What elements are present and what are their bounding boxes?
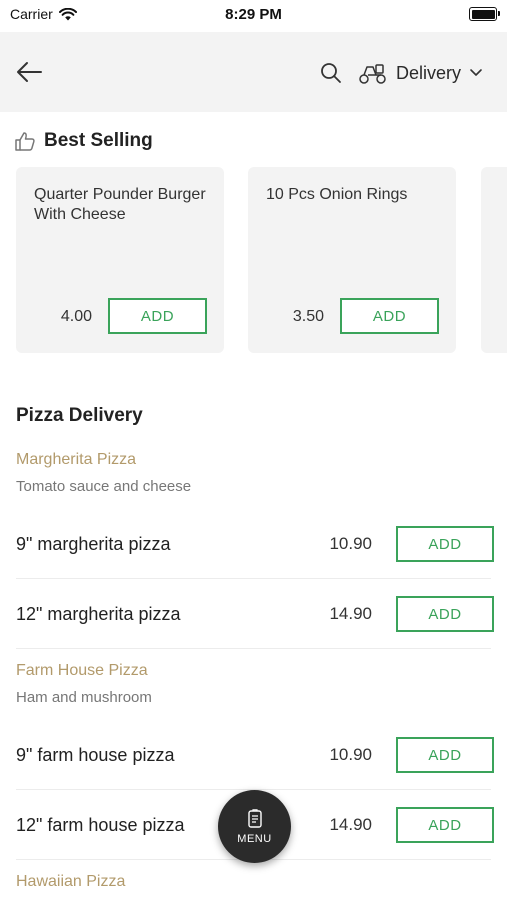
menu-fab-button[interactable]: MENU: [218, 790, 291, 863]
best-selling-heading: Best Selling: [14, 130, 153, 152]
category-description: Tomato sauce and cheese: [16, 478, 192, 495]
chevron-down-icon: [470, 69, 482, 76]
item-name: 12" margherita pizza: [16, 604, 181, 624]
item-name: 9" margherita pizza: [16, 534, 171, 554]
search-icon: [321, 63, 341, 83]
menu-item-row: 12" margherita pizza 14.90 ADD: [0, 580, 507, 650]
clock: 8:29 PM: [225, 6, 282, 23]
back-button[interactable]: [12, 56, 46, 88]
product-card[interactable]: 10 Pcs Onion Rings 3.50 ADD: [248, 167, 456, 353]
product-card-partial[interactable]: [481, 167, 507, 353]
product-name: Quarter Pounder Burger With Cheese: [34, 186, 206, 223]
best-selling-carousel[interactable]: Quarter Pounder Burger With Cheese 4.00 …: [16, 167, 507, 353]
thumbs-up-icon: [15, 132, 35, 151]
category-title: Margherita Pizza: [16, 451, 137, 468]
item-name: 12" farm house pizza: [16, 815, 185, 835]
item-price: 10.90: [329, 745, 372, 764]
menu-item-row: 9" farm house pizza 10.90 ADD: [0, 721, 507, 791]
add-button[interactable]: ADD: [396, 737, 494, 773]
delivery-mode-label: Delivery: [396, 62, 462, 83]
item-price: 10.90: [329, 534, 372, 553]
battery-icon: [469, 7, 500, 21]
add-button[interactable]: ADD: [340, 298, 439, 334]
category-title: Farm House Pizza: [16, 662, 148, 679]
add-button[interactable]: ADD: [396, 807, 494, 843]
menu-fab-label: MENU: [237, 832, 272, 845]
product-card[interactable]: Quarter Pounder Burger With Cheese 4.00 …: [16, 167, 224, 353]
top-bar: Delivery: [0, 32, 507, 112]
menu-item-row: 9" margherita pizza 10.90 ADD: [0, 510, 507, 580]
search-button[interactable]: [318, 60, 344, 86]
product-price: 4.00: [60, 308, 92, 325]
add-button[interactable]: ADD: [396, 596, 494, 632]
add-button[interactable]: ADD: [396, 526, 494, 562]
product-price: 3.50: [292, 308, 324, 325]
menu-section-title: Pizza Delivery: [16, 405, 143, 426]
product-name: 10 Pcs Onion Rings: [266, 186, 408, 203]
delivery-mode-dropdown[interactable]: Delivery: [358, 58, 483, 88]
item-name: 9" farm house pizza: [16, 745, 175, 765]
menu-book-icon: [247, 808, 262, 828]
category-description: Ham and mushroom: [16, 689, 152, 706]
item-price: 14.90: [329, 815, 372, 834]
status-bar: Carrier 8:29 PM: [0, 0, 507, 30]
item-price: 14.90: [329, 604, 372, 623]
category-title: Hawaiian Pizza: [16, 873, 126, 890]
best-selling-title: Best Selling: [44, 130, 153, 151]
add-button[interactable]: ADD: [108, 298, 207, 334]
divider: [16, 648, 491, 649]
scooter-icon: [359, 64, 386, 84]
divider: [16, 578, 491, 579]
arrow-left-icon: [17, 62, 42, 82]
